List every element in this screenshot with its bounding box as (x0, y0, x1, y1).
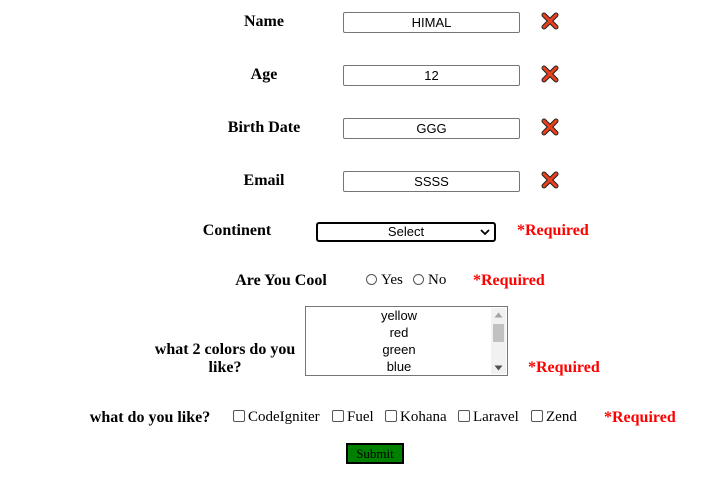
birth-date-label: Birth Date (227, 119, 301, 136)
likes-required: *Required (604, 409, 676, 426)
scrollbar-thumb[interactable] (493, 324, 504, 342)
codeigniter-label: CodeIgniter (248, 409, 320, 425)
scroll-down-arrow-icon[interactable] (494, 365, 503, 371)
continent-label: Continent (202, 222, 272, 239)
continent-selected-value: Select (387, 224, 425, 239)
name-label: Name (244, 13, 284, 30)
zend-checkbox[interactable] (531, 410, 543, 422)
error-x-icon (541, 12, 559, 30)
name-input[interactable]: HIMAL (343, 12, 520, 33)
colors-option[interactable]: blue (306, 358, 492, 375)
fuel-label: Fuel (347, 409, 374, 425)
cool-yes-radio[interactable] (366, 274, 377, 285)
email-label: Email (243, 172, 285, 189)
age-label: Age (250, 66, 278, 83)
continent-select[interactable]: Select (316, 222, 496, 242)
cool-required: *Required (473, 272, 545, 289)
laravel-checkbox[interactable] (458, 410, 470, 422)
fuel-checkbox[interactable] (332, 410, 344, 422)
colors-required: *Required (528, 359, 600, 376)
cool-label: Are You Cool (235, 272, 327, 289)
colors-option[interactable]: yellow (306, 307, 492, 324)
cool-no-radio[interactable] (413, 274, 424, 285)
colors-option[interactable]: red (306, 324, 492, 341)
continent-required: *Required (517, 222, 589, 239)
error-x-icon (541, 118, 559, 136)
colors-label: what 2 colors do you like? (154, 341, 296, 376)
cool-yes-label: Yes (381, 272, 403, 288)
kohana-checkbox[interactable] (385, 410, 397, 422)
laravel-label: Laravel (473, 409, 519, 425)
scroll-up-arrow-icon[interactable] (494, 312, 503, 318)
chevron-down-icon (480, 229, 490, 236)
cool-no-label: No (428, 272, 447, 288)
codeigniter-checkbox[interactable] (233, 410, 245, 422)
likes-label: what do you like? (89, 409, 211, 426)
colors-scrollbar[interactable] (491, 308, 506, 374)
zend-label: Zend (546, 409, 577, 425)
colors-listbox[interactable]: yellow red green blue (305, 306, 508, 376)
kohana-label: Kohana (400, 409, 447, 425)
email-input[interactable]: SSSS (343, 171, 520, 192)
age-input[interactable]: 12 (343, 65, 520, 86)
error-x-icon (541, 65, 559, 83)
birth-date-input[interactable]: GGG (343, 118, 520, 139)
error-x-icon (541, 171, 559, 189)
submit-button[interactable]: Submit (346, 443, 404, 464)
colors-option[interactable]: green (306, 341, 492, 358)
